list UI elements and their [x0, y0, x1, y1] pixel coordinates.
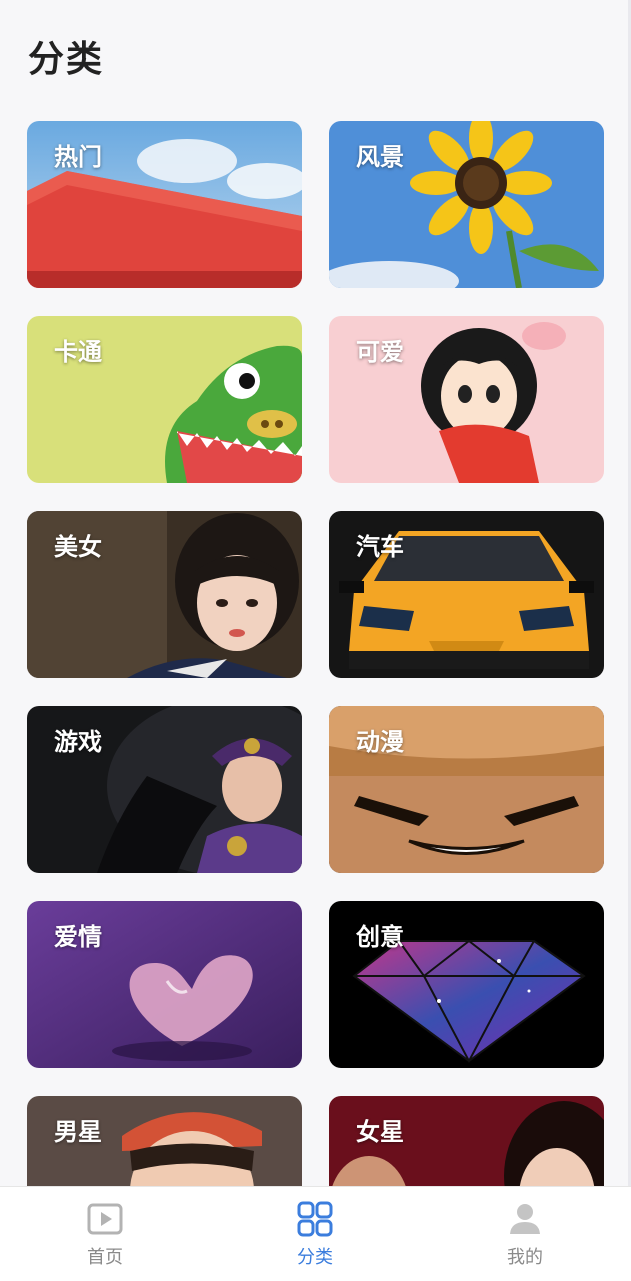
category-label: 可爱 — [356, 338, 404, 366]
category-card-beauty[interactable]: 美女 — [27, 511, 302, 678]
bottom-tab-bar: 首页 分类 我的 — [0, 1186, 631, 1281]
tab-label: 首页 — [87, 1247, 123, 1268]
tab-category[interactable]: 分类 — [210, 1187, 420, 1281]
tab-label: 我的 — [507, 1247, 543, 1268]
category-label: 爱情 — [54, 923, 102, 951]
category-label: 女星 — [356, 1118, 404, 1146]
category-card-hot[interactable]: 热门 — [27, 121, 302, 288]
category-card-car[interactable]: 汽车 — [329, 511, 604, 678]
category-card-scenery[interactable]: 风景 — [329, 121, 604, 288]
user-icon — [510, 1204, 540, 1234]
play-icon — [87, 1203, 123, 1235]
tab-home[interactable]: 首页 — [0, 1187, 210, 1281]
category-card-love[interactable]: 爱情 — [27, 901, 302, 1068]
category-label: 男星 — [54, 1118, 102, 1146]
category-card-cartoon[interactable]: 卡通 — [27, 316, 302, 483]
category-label: 风景 — [356, 143, 404, 171]
category-label: 汽车 — [356, 533, 404, 561]
category-label: 游戏 — [54, 728, 102, 756]
tab-mine[interactable]: 我的 — [420, 1187, 630, 1281]
category-card-game[interactable]: 游戏 — [27, 706, 302, 873]
grid-icon — [297, 1201, 333, 1237]
tab-label: 分类 — [297, 1247, 333, 1268]
category-card-creative[interactable]: 创意 — [329, 901, 604, 1068]
category-card-anime[interactable]: 动漫 — [329, 706, 604, 873]
category-label: 卡通 — [54, 338, 102, 366]
category-label: 热门 — [54, 143, 102, 171]
category-label: 动漫 — [356, 728, 404, 756]
page-title: 分类 — [28, 39, 105, 80]
category-card-cute[interactable]: 可爱 — [329, 316, 604, 483]
category-label: 创意 — [356, 923, 404, 951]
category-label: 美女 — [54, 533, 102, 561]
